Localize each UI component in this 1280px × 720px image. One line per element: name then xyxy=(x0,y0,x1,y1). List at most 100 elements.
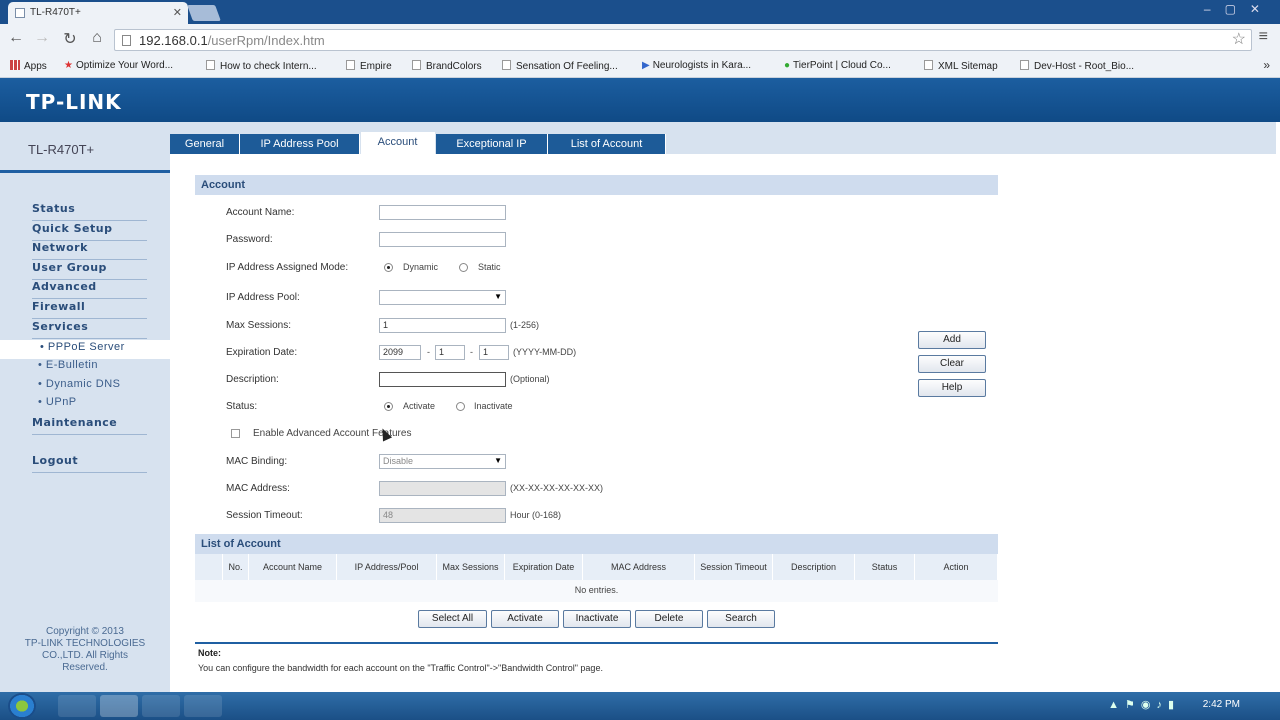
url-path: /userRpm/Index.htm xyxy=(207,33,325,48)
back-icon[interactable]: ← xyxy=(6,29,26,47)
router-header: TP-LINK xyxy=(0,78,1280,122)
note-text: You can configure the bandwidth for each… xyxy=(198,663,603,673)
account-name-input[interactable] xyxy=(379,205,506,220)
bookmark-item[interactable]: ★ Optimize Your Word... xyxy=(64,60,173,71)
expiration-year-input[interactable]: 2099 xyxy=(379,345,421,360)
inactivate-button[interactable]: Inactivate xyxy=(563,610,631,628)
sidebar-item-quick-setup[interactable]: Quick Setup xyxy=(32,222,147,241)
window-controls[interactable]: –▢✕ xyxy=(1204,2,1274,16)
model-name: TL-R470T+ xyxy=(28,142,95,157)
column-header-mac-address: MAC Address xyxy=(583,554,695,580)
clock[interactable]: 2:42 PM xyxy=(1203,699,1240,710)
search-button[interactable]: Search xyxy=(707,610,775,628)
sidebar-item-logout[interactable]: Logout xyxy=(32,454,147,473)
browser-tab-title: TL-R470T+ xyxy=(30,7,81,18)
chrome-icon[interactable] xyxy=(100,695,138,717)
password-input[interactable] xyxy=(379,232,506,247)
session-timeout-label: Session Timeout: xyxy=(226,510,303,521)
tab-general[interactable]: General xyxy=(170,134,240,154)
sidebar-subitem-upnp[interactable]: • UPnP xyxy=(38,396,148,415)
tab-account[interactable]: Account xyxy=(361,132,435,154)
browser-tab[interactable]: TL-R470T+ ✕ xyxy=(8,2,188,24)
status-activate-label: Activate xyxy=(403,401,436,411)
session-timeout-hint: Hour (0-168) xyxy=(510,510,562,520)
address-bar[interactable]: 192.168.0.1/userRpm/Index.htm xyxy=(114,29,1252,51)
date-separator: - xyxy=(470,347,473,357)
bookmark-apps[interactable]: Apps xyxy=(10,60,47,72)
activate-button[interactable]: Activate xyxy=(491,610,559,628)
ip-mode-dynamic-radio[interactable] xyxy=(384,263,393,272)
sidebar-item-advanced[interactable]: Advanced xyxy=(32,280,147,299)
column-header-max-sessions: Max Sessions xyxy=(437,554,505,580)
bookmark-star-icon[interactable]: ☆ xyxy=(1232,29,1246,49)
explorer-icon[interactable] xyxy=(58,695,96,717)
url-host: 192.168.0.1 xyxy=(139,33,208,48)
description-input[interactable] xyxy=(379,372,506,387)
close-tab-icon[interactable]: ✕ xyxy=(173,6,182,19)
note-title: Note: xyxy=(198,648,221,658)
status-inactivate-label: Inactivate xyxy=(474,401,513,411)
advanced-features-checkbox[interactable] xyxy=(231,429,240,438)
clear-button[interactable]: Clear xyxy=(918,355,986,373)
session-timeout-input[interactable]: 48 xyxy=(379,508,506,523)
browser-tabstrip: TL-R470T+ ✕ –▢✕ xyxy=(0,0,1280,24)
mac-binding-select[interactable]: Disable ▼ xyxy=(379,454,506,469)
bookmark-item[interactable]: ▶ Neurologists in Kara... xyxy=(642,60,751,71)
home-icon[interactable]: ⌂ xyxy=(87,29,107,47)
list-section-title: List of Account xyxy=(195,534,998,554)
ip-pool-select[interactable]: ▼ xyxy=(379,290,506,305)
sidebar-item-firewall[interactable]: Firewall xyxy=(32,300,147,319)
window-icon[interactable] xyxy=(184,695,222,717)
sidebar-subitem-e-bulletin[interactable]: • E-Bulletin xyxy=(38,359,148,378)
bookmark-item[interactable]: Sensation Of Feeling... xyxy=(502,60,618,72)
tab-list-of-account[interactable]: List of Account xyxy=(548,134,666,154)
tab-exceptional-ip[interactable]: Exceptional IP xyxy=(436,134,548,154)
bookmark-item[interactable]: BrandColors xyxy=(412,60,482,72)
reload-icon[interactable]: ↻ xyxy=(60,29,80,49)
bookmark-item[interactable]: How to check Intern... xyxy=(206,60,317,72)
app-icon[interactable] xyxy=(142,695,180,717)
bookmark-item[interactable]: Empire xyxy=(346,60,392,72)
sidebar-item-status[interactable]: Status xyxy=(32,202,147,221)
bookmark-item[interactable]: Dev-Host - Root_Bio... xyxy=(1020,60,1134,72)
new-tab-button[interactable] xyxy=(187,5,221,21)
ip-pool-label: IP Address Pool: xyxy=(226,292,300,303)
column-header-no: No. xyxy=(223,554,249,580)
sidebar-item-services[interactable]: Services xyxy=(32,320,147,339)
bookmark-item[interactable]: XML Sitemap xyxy=(924,60,998,72)
sidebar-item-network[interactable]: Network xyxy=(32,241,147,260)
column-header-account-name: Account Name xyxy=(249,554,337,580)
bookmark-item[interactable]: ● TierPoint | Cloud Co... xyxy=(784,60,891,71)
password-label: Password: xyxy=(226,234,273,245)
delete-button[interactable]: Delete xyxy=(635,610,703,628)
browser-menu-icon[interactable]: ≡ xyxy=(1259,28,1268,46)
max-sessions-label: Max Sessions: xyxy=(226,320,292,331)
page-icon xyxy=(502,60,511,70)
sidebar-item-maintenance[interactable]: Maintenance xyxy=(32,416,147,435)
sidebar-subitem-dynamic-dns[interactable]: • Dynamic DNS xyxy=(38,378,148,397)
max-sessions-hint: (1-256) xyxy=(510,320,540,330)
expiration-day-input[interactable]: 1 xyxy=(479,345,509,360)
sidebar: TL-R470T+ Status Quick Setup Network Use… xyxy=(0,122,170,692)
select-all-button[interactable]: Select All xyxy=(418,610,487,628)
mac-binding-selected-value: Disable xyxy=(383,456,414,466)
date-separator: - xyxy=(427,347,430,357)
system-tray-icons[interactable]: ▲⚑◉♪▮ xyxy=(1108,698,1180,711)
ip-mode-static-radio[interactable] xyxy=(459,263,468,272)
ip-mode-dynamic-label: Dynamic xyxy=(403,262,439,272)
sidebar-subitem-pppoe-server[interactable]: • PPPoE Server xyxy=(0,340,170,359)
status-inactivate-radio[interactable] xyxy=(456,402,465,411)
max-sessions-input[interactable]: 1 xyxy=(379,318,506,333)
description-hint: (Optional) xyxy=(510,374,550,384)
forward-icon[interactable]: → xyxy=(32,29,52,47)
mac-address-input[interactable] xyxy=(379,481,506,496)
help-button[interactable]: Help xyxy=(918,379,986,397)
column-header-ip-pool: IP Address/Pool xyxy=(337,554,437,580)
expiration-month-input[interactable]: 1 xyxy=(435,345,465,360)
sidebar-item-user-group[interactable]: User Group xyxy=(32,261,147,280)
add-button[interactable]: Add xyxy=(918,331,986,349)
bookmarks-overflow-icon[interactable]: » xyxy=(1263,58,1270,72)
start-button[interactable] xyxy=(8,693,36,719)
status-activate-radio[interactable] xyxy=(384,402,393,411)
tab-ip-address-pool[interactable]: IP Address Pool xyxy=(240,134,360,154)
